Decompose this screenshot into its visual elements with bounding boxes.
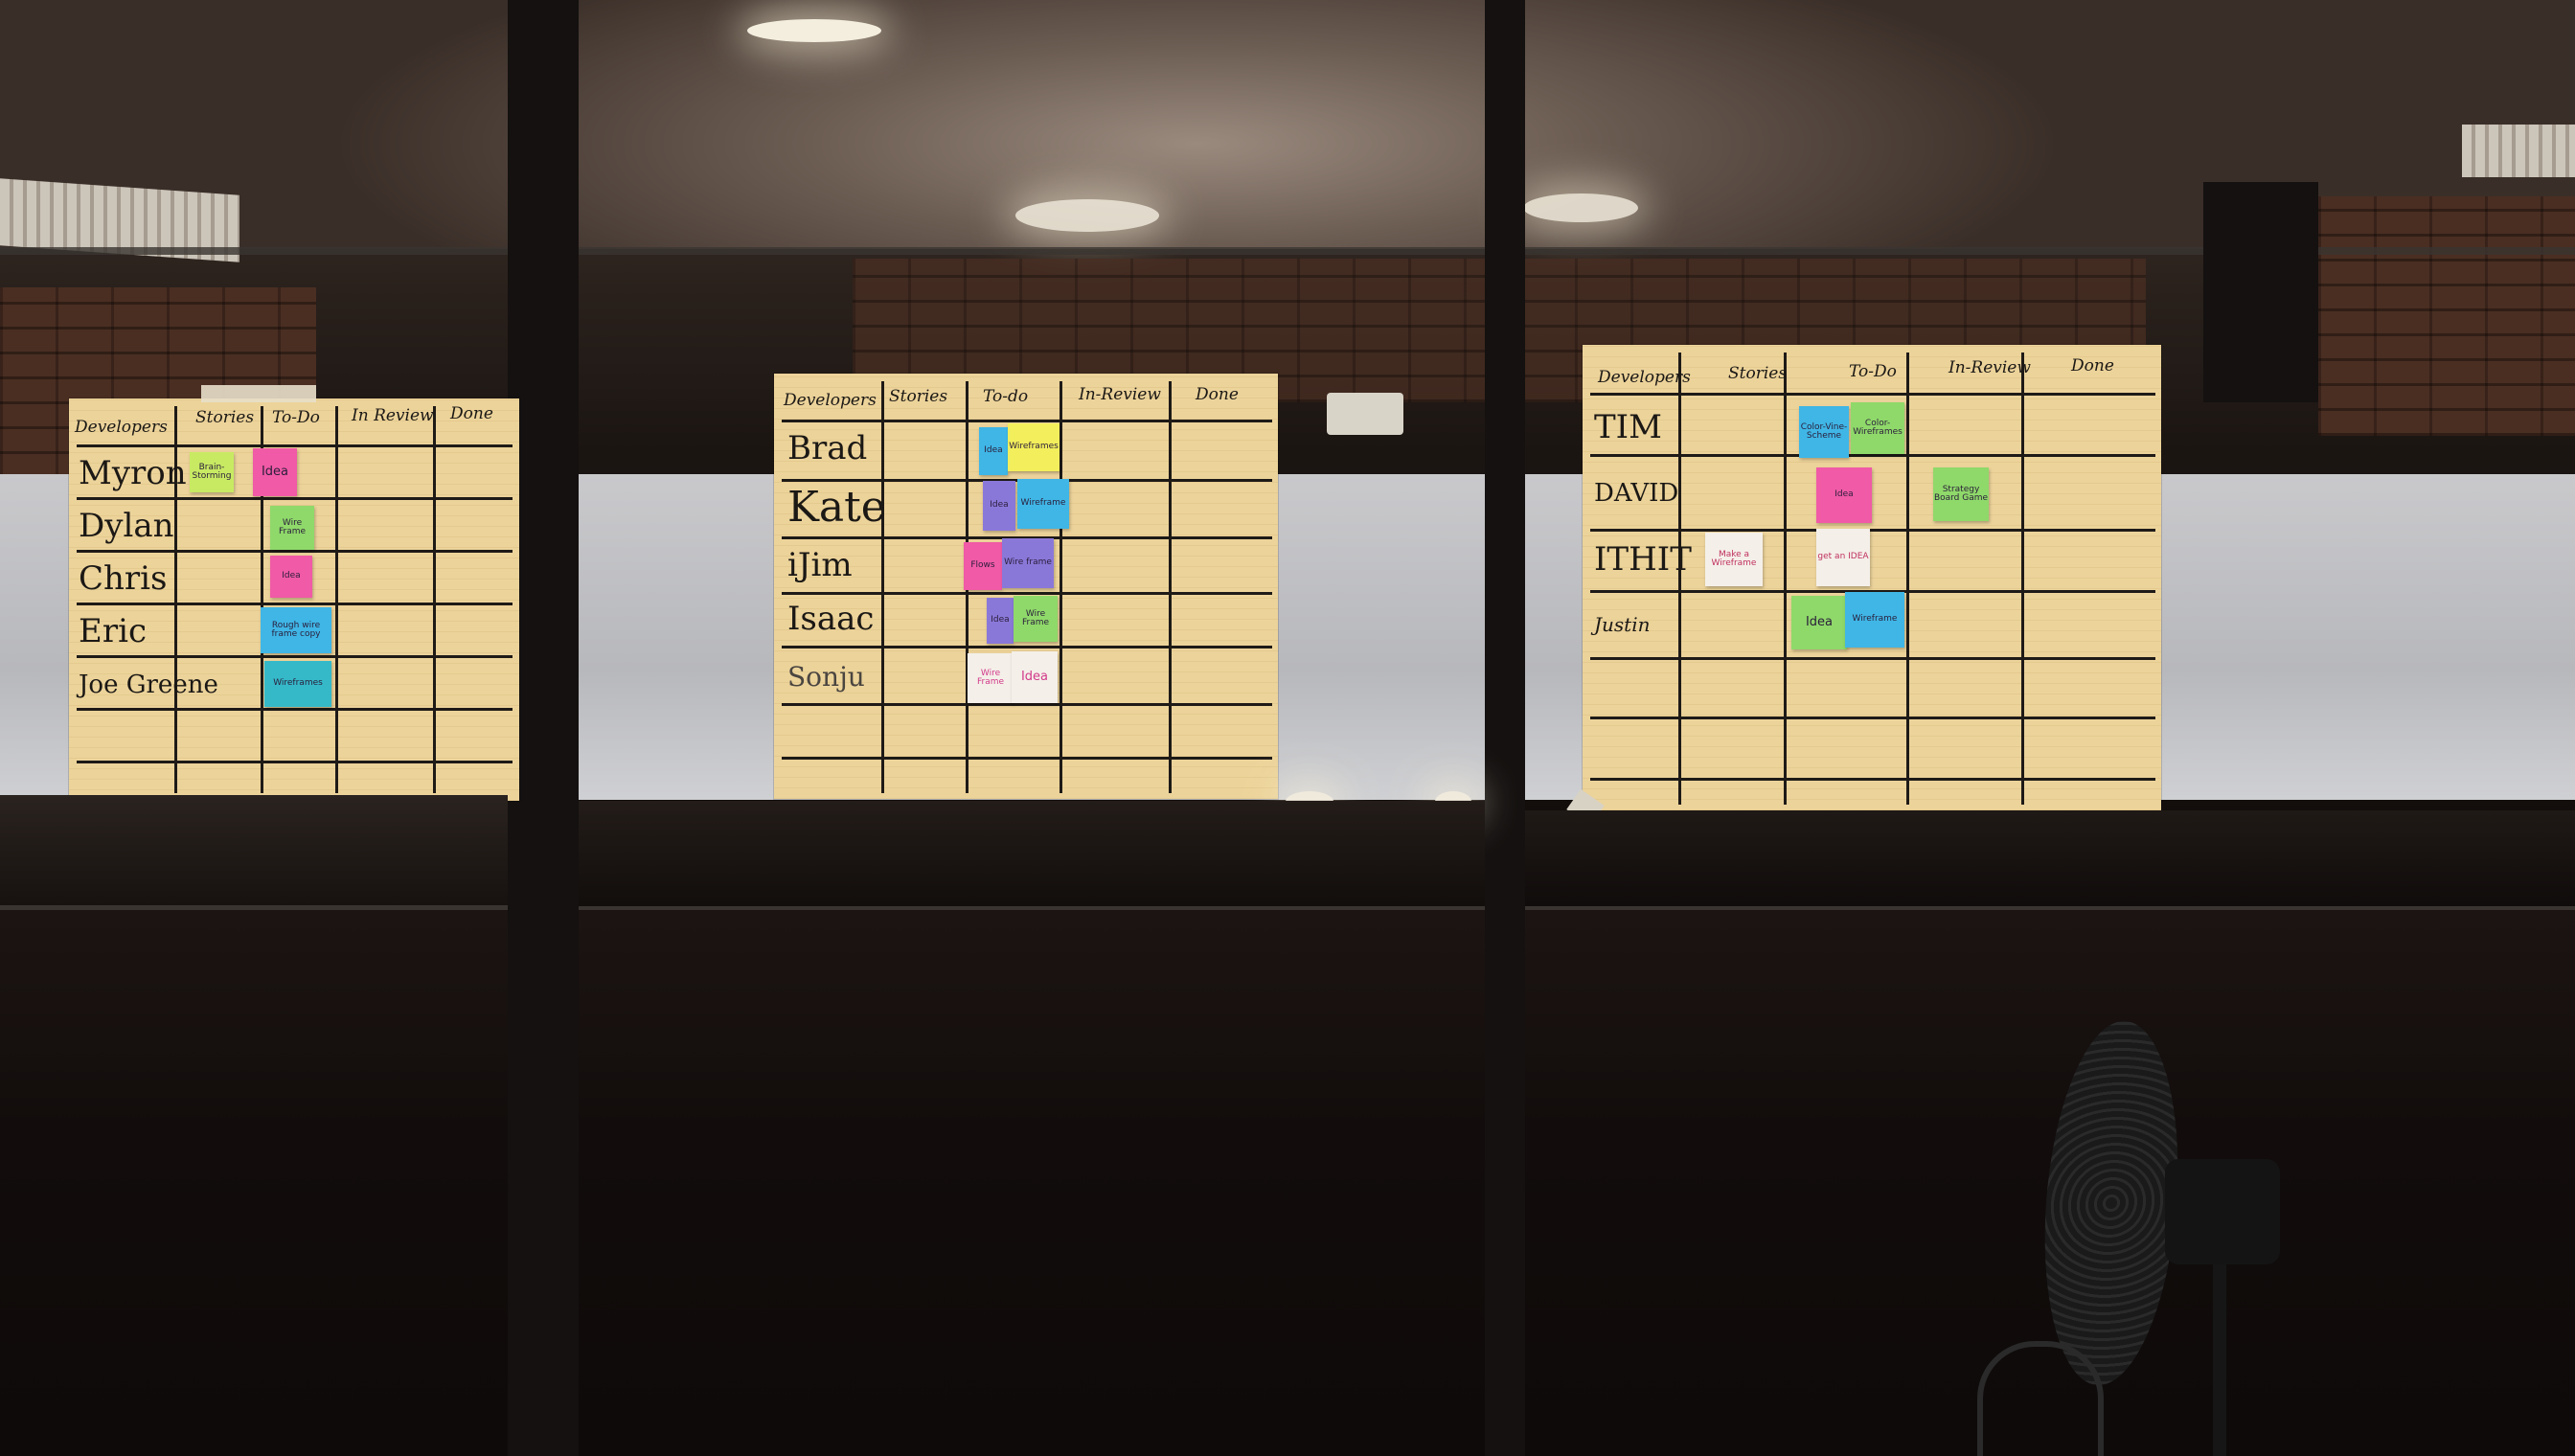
- column-header: To-Do: [272, 408, 320, 427]
- column-header: In-Review: [1079, 385, 1161, 404]
- sticky-note: Idea: [979, 427, 1008, 475]
- sticky-note: Idea: [1012, 651, 1058, 703]
- column-header: Stories: [889, 387, 948, 406]
- room-interior: [1525, 810, 2575, 906]
- window-rail: [0, 247, 2575, 255]
- sticky-note: Color-Wireframes: [1851, 402, 1904, 454]
- column-header: Developers: [784, 391, 877, 410]
- sticky-note: Brain-Storming: [190, 452, 234, 492]
- kanban-board-3: Developers Stories To-Do In-Review Done …: [1583, 345, 2161, 810]
- column-header: Done: [450, 404, 493, 423]
- developer-name: Kate: [787, 483, 886, 532]
- room-interior: [0, 795, 508, 905]
- developer-name: Sonju: [787, 661, 865, 693]
- column-header: Done: [1196, 385, 1239, 404]
- sticky-note: Make a Wireframe: [1705, 533, 1763, 586]
- column-header: In Review: [352, 406, 434, 425]
- developer-name: Chris: [79, 559, 168, 598]
- sticky-note: get an IDEA: [1816, 529, 1870, 586]
- developer-name: Justin: [1594, 613, 1651, 636]
- column-header: Developers: [1598, 368, 1691, 387]
- sticky-note: Idea: [1816, 467, 1872, 523]
- developer-name: iJim: [787, 546, 853, 584]
- developer-name: Dylan: [79, 507, 174, 545]
- column-header: In-Review: [1948, 358, 2031, 377]
- fan-motor: [2165, 1159, 2280, 1264]
- developer-name: ITHIT: [1594, 540, 1692, 579]
- window-mullion: [2203, 182, 2318, 402]
- sticky-note: Color-Vine-Scheme: [1799, 406, 1849, 458]
- sticky-note: Wire Frame: [1014, 596, 1058, 642]
- ceiling-light: [1015, 199, 1159, 232]
- window-mullion: [1485, 0, 1525, 1456]
- column-header: Stories: [195, 408, 255, 427]
- brick-wall: [2318, 196, 2575, 436]
- sticky-note: Flows: [964, 542, 1002, 590]
- ceiling: [0, 0, 2575, 249]
- fan-stand: [2213, 1264, 2226, 1456]
- sticky-note: Wireframes: [264, 661, 331, 707]
- sticky-note: Wire Frame: [968, 653, 1014, 703]
- kanban-board-2: Developers Stories To-do In-Review Done …: [774, 374, 1278, 799]
- column-header: Done: [2071, 356, 2114, 375]
- column-header: Stories: [1728, 364, 1788, 383]
- developer-name: Myron: [79, 454, 187, 492]
- sticky-note: Idea: [253, 448, 297, 496]
- sticky-note: Wire Frame: [270, 506, 314, 550]
- developer-name: DAVID: [1594, 479, 1679, 508]
- developer-name: Brad: [787, 429, 868, 467]
- developer-name: Isaac: [787, 600, 875, 638]
- ceiling-light-panel: [2462, 125, 2575, 177]
- developer-name: TIM: [1594, 408, 1662, 446]
- sticky-note: Idea: [983, 481, 1015, 531]
- developer-name: Eric: [79, 612, 147, 650]
- room-interior: [579, 801, 1485, 906]
- sticky-note: Strategy Board Game: [1933, 467, 1989, 521]
- column-header: To-do: [983, 387, 1029, 406]
- ceiling-light: [1523, 193, 1638, 222]
- sticky-note: Wireframe: [1845, 592, 1904, 648]
- sticky-note: Rough wire frame copy: [261, 607, 331, 653]
- sticky-note: Idea: [270, 556, 312, 598]
- tape-strip: [201, 385, 316, 402]
- sticky-note: Wireframe: [1017, 479, 1069, 529]
- column-header: Developers: [75, 418, 168, 437]
- ceiling-light: [747, 19, 881, 42]
- sticky-note: Idea: [1791, 596, 1847, 649]
- sticky-note: Wireframes: [1008, 423, 1060, 471]
- office-glass-wall-scene: Developers Stories To-Do In Review Done …: [0, 0, 2575, 1456]
- chair-back: [1977, 1341, 2104, 1456]
- column-header: To-Do: [1849, 362, 1897, 381]
- kanban-board-1: Developers Stories To-Do In Review Done …: [69, 398, 519, 801]
- sticky-note: Wire frame: [1002, 538, 1054, 588]
- small-poster: [1327, 393, 1403, 435]
- sticky-note: Idea: [987, 598, 1014, 644]
- developer-name: Joe Greene: [79, 671, 218, 699]
